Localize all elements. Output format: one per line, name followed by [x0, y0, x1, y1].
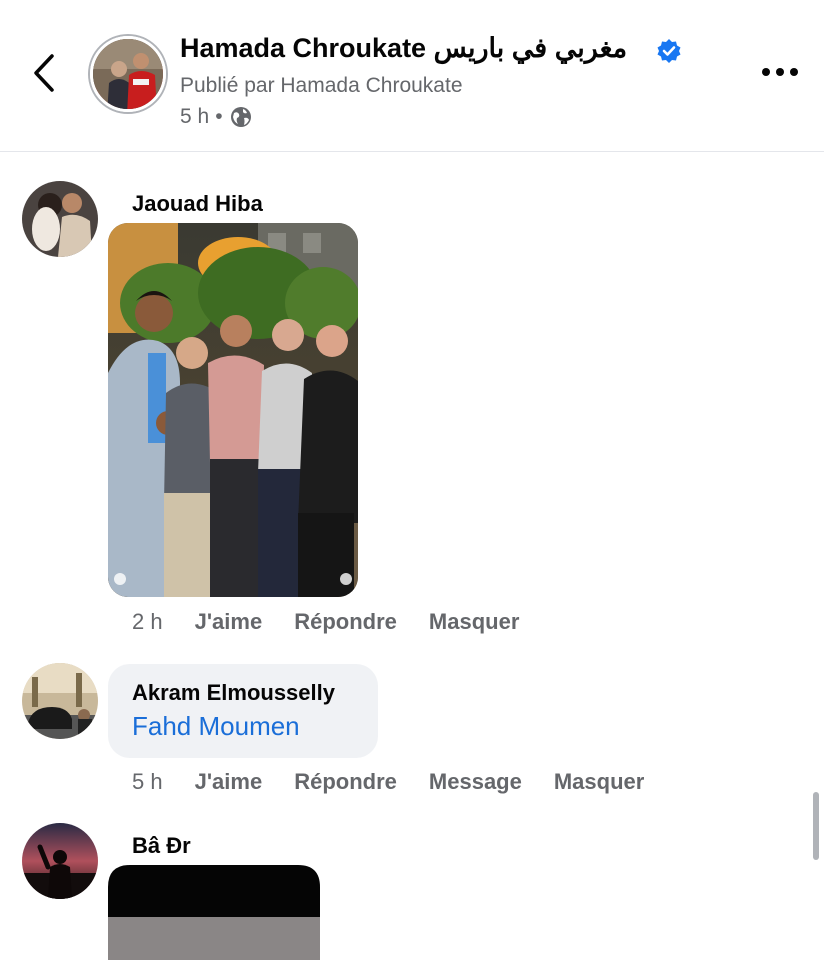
meta-separator: • — [215, 105, 223, 128]
scrollbar[interactable] — [813, 792, 819, 860]
posted-by-text: Publié par Hamada Chroukate — [180, 74, 463, 97]
commenter-avatar[interactable] — [22, 823, 98, 899]
comment-time: 2 h — [132, 609, 163, 634]
verified-badge-icon — [657, 39, 681, 63]
page-avatar[interactable] — [90, 36, 166, 112]
page-title[interactable]: Hamada Chroukate مغربي في باريس — [180, 33, 627, 64]
comment-actions: 2 h J'aime Répondre Masquer — [132, 609, 519, 635]
more-options-icon[interactable] — [760, 64, 800, 80]
mention-link[interactable]: Fahd Moumen — [132, 711, 300, 742]
back-chevron-icon[interactable] — [28, 50, 64, 96]
comment-photo[interactable] — [108, 223, 358, 597]
post-header: Hamada Chroukate مغربي في باريس Publié p… — [0, 0, 824, 152]
comment-actions: 5 h J'aime Répondre Message Masquer — [132, 769, 644, 795]
comment-author[interactable]: Bâ Đr — [132, 833, 191, 859]
reply-button[interactable]: Répondre — [294, 609, 397, 635]
comment-time: 5 h — [132, 769, 163, 794]
message-button[interactable]: Message — [429, 769, 522, 795]
like-button[interactable]: J'aime — [195, 609, 263, 635]
commenter-avatar[interactable] — [22, 181, 98, 257]
comment-bubble: Akram Elmousselly Fahd Moumen — [108, 664, 378, 758]
globe-icon — [230, 107, 251, 127]
comment-author[interactable]: Jaouad Hiba — [132, 191, 263, 217]
commenter-avatar[interactable] — [22, 663, 98, 739]
post-time: 5 h — [180, 105, 210, 128]
hide-button[interactable]: Masquer — [554, 769, 644, 795]
reply-button[interactable]: Répondre — [294, 769, 397, 795]
post-meta: 5 h • — [180, 105, 253, 129]
comment-author[interactable]: Akram Elmousselly — [132, 680, 335, 706]
comment-video[interactable] — [108, 865, 320, 960]
like-button[interactable]: J'aime — [195, 769, 263, 795]
hide-button[interactable]: Masquer — [429, 609, 519, 635]
